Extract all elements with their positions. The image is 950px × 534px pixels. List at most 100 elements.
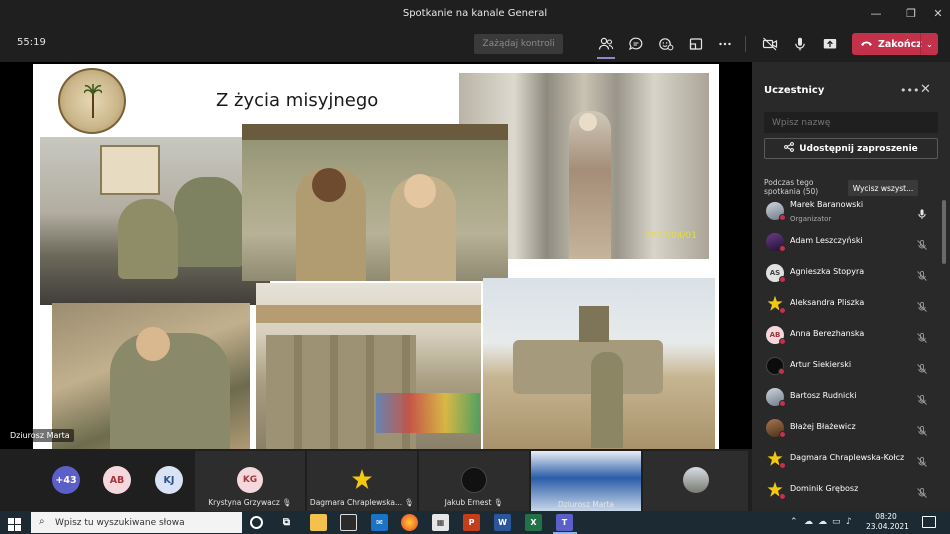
calculator-icon[interactable]: ▦ (432, 514, 449, 531)
star-avatar-icon (349, 467, 375, 493)
notifications-icon[interactable] (922, 516, 936, 528)
teams-window: Spotkanie na kanale General — ❐ ✕ 55:19 … (0, 0, 950, 534)
panel-heading: Uczestnicy (764, 85, 825, 96)
close-window-icon[interactable]: ✕ (923, 0, 950, 26)
video-tile[interactable]: Jakub Ernest 🎙 (419, 451, 529, 511)
microphone-icon[interactable] (916, 205, 928, 219)
more-participants-count[interactable]: +43 (52, 466, 80, 494)
minimize-icon[interactable]: — (861, 0, 891, 26)
tray-chevron-icon[interactable]: ⌃ (790, 517, 798, 527)
mic-off-icon[interactable] (916, 298, 928, 312)
photo-batallon (242, 124, 508, 281)
microphone-icon[interactable] (789, 34, 811, 54)
mic-off-icon[interactable] (916, 484, 928, 498)
task-view-icon[interactable]: ⧉ (278, 514, 295, 531)
mic-off-icon[interactable] (916, 236, 928, 250)
panel-more-icon[interactable]: ••• (900, 84, 919, 97)
mic-off-icon[interactable] (916, 453, 928, 467)
request-control-button[interactable]: Zażądaj kontroli (474, 34, 563, 54)
powerpoint-icon[interactable]: P (463, 514, 480, 531)
tile-name-text: Dagmara Chraplewska... (309, 498, 403, 507)
tray-cloud-icon[interactable]: ☁ (818, 517, 827, 527)
participant-name: Marek Baranowski (790, 200, 864, 209)
participant-bubble[interactable]: KJ (155, 466, 183, 494)
participant-list: Marek Baranowski Organizator Adam Leszczyń… (752, 196, 950, 506)
participant-row[interactable]: Dominik Grębosz (752, 475, 950, 506)
participant-name: Bartosz Rudnicki (790, 391, 857, 400)
participant-row[interactable]: Błażej Błażewicz (752, 413, 950, 444)
chevron-down-icon[interactable]: ⌄ (920, 33, 938, 55)
meeting-timer: 55:19 (17, 37, 46, 48)
meeting-toolbar: 55:19 Zażądaj kontroli Zakończ ⌄ (0, 26, 950, 62)
panel-scrollbar[interactable] (942, 200, 946, 264)
star-avatar-icon (766, 450, 786, 469)
participant-row[interactable]: Marek Baranowski Organizator (752, 196, 950, 227)
hang-up-icon (860, 39, 873, 50)
tray-onedrive-icon[interactable]: ☁ (804, 517, 813, 527)
windows-taskbar: ⌕ Wpisz tu wyszukiwane słowa ⧉ ✉ ▦ P W X… (0, 511, 950, 534)
taskbar-search-placeholder: Wpisz tu wyszukiwane słowa (55, 517, 185, 528)
taskbar-clock[interactable]: 08:20 23.04.2021 (866, 512, 909, 532)
search-icon: ⌕ (39, 516, 45, 527)
presence-busy-icon (779, 245, 786, 252)
excel-icon[interactable]: X (525, 514, 542, 531)
reactions-icon[interactable] (655, 34, 677, 54)
clock-date: 23.04.2021 (866, 522, 909, 531)
mic-off-icon[interactable] (916, 422, 928, 436)
participant-bubble[interactable]: AB (103, 466, 131, 494)
maximize-icon[interactable]: ❐ (896, 0, 926, 26)
photo-date-stamp: 2007/04/01 (645, 231, 697, 241)
participant-row[interactable]: AB Anna Berezhanska (752, 320, 950, 351)
chat-icon[interactable] (625, 34, 647, 54)
cortana-icon[interactable] (250, 516, 263, 529)
participant-avatar: AS (766, 264, 786, 283)
more-actions-icon[interactable] (714, 34, 736, 54)
camera-off-icon[interactable] (759, 34, 781, 54)
star-avatar-icon (766, 481, 786, 500)
tile-name: Dziurosz Marta (558, 500, 614, 509)
teams-icon[interactable]: T (556, 514, 573, 531)
video-tile-active-speaker[interactable]: Dziurosz Marta (531, 451, 641, 511)
share-screen-icon[interactable] (819, 34, 841, 54)
photo-soldiers-group (256, 283, 481, 449)
presence-busy-icon (779, 338, 786, 345)
video-tile[interactable]: Dagmara Chraplewska... 🎙 (307, 451, 417, 511)
rooms-icon[interactable] (685, 34, 707, 54)
participant-row[interactable]: Artur Siekierski (752, 351, 950, 382)
video-tile[interactable]: KG Krystyna Grzywacz 🎙 (195, 451, 305, 511)
participant-avatar (766, 419, 786, 438)
word-icon[interactable]: W (494, 514, 511, 531)
participants-active-indicator (597, 57, 615, 59)
firefox-icon[interactable] (401, 514, 418, 531)
panel-close-icon[interactable]: ✕ (920, 82, 931, 97)
video-tile[interactable] (643, 451, 748, 511)
tile-name: Jakub Ernest 🎙 (419, 498, 529, 507)
mail-icon[interactable]: ✉ (371, 514, 388, 531)
end-call-button[interactable]: Zakończ ⌄ (852, 33, 938, 55)
mic-off-icon[interactable] (916, 329, 928, 343)
title-bar: Spotkanie na kanale General — ❐ ✕ (0, 0, 950, 26)
windows-start-icon[interactable] (8, 516, 21, 531)
mute-all-button[interactable]: Wycisz wszyst... (848, 180, 918, 196)
mic-off-icon[interactable] (916, 267, 928, 281)
participant-name: Aleksandra Pliszka (790, 298, 865, 307)
participant-row[interactable]: Aleksandra Pliszka (752, 289, 950, 320)
share-invite-button[interactable]: Udostępnij zaproszenie (764, 138, 938, 159)
participants-icon[interactable] (595, 34, 617, 54)
participant-row[interactable]: Adam Leszczyński (752, 227, 950, 258)
mic-off-icon[interactable] (916, 391, 928, 405)
volume-icon[interactable]: ♪ (846, 517, 852, 527)
participant-name: Adam Leszczyński (790, 236, 863, 245)
mic-off-icon[interactable] (916, 360, 928, 374)
file-explorer-icon[interactable] (310, 514, 327, 531)
participant-row[interactable]: AS Agnieszka Stopyra (752, 258, 950, 289)
presence-busy-icon (778, 368, 785, 375)
participant-row[interactable]: Dagmara Chraplewska-Kołcz (752, 444, 950, 475)
taskbar-search-input[interactable]: ⌕ Wpisz tu wyszukiwane słowa (31, 512, 242, 533)
network-icon[interactable]: ▭ (832, 517, 841, 527)
participant-search-input[interactable] (764, 112, 938, 133)
participant-gallery-strip: +43 AB KJ KG Krystyna Grzywacz 🎙 Dagmara… (0, 449, 752, 511)
participant-row[interactable]: Bartosz Rudnicki (752, 382, 950, 413)
in-meeting-section-label[interactable]: Podczas tego spotkania (50) (764, 178, 848, 196)
store-icon[interactable] (340, 514, 357, 531)
